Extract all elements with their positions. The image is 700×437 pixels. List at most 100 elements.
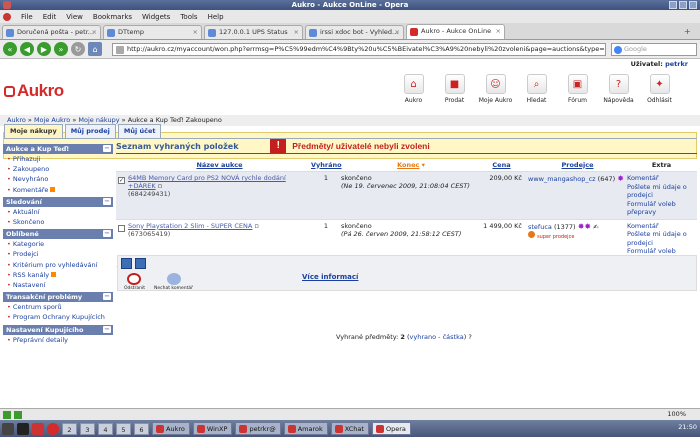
sidebar-item-komentare[interactable]: Komentáře (3, 185, 113, 195)
browser-icon[interactable] (32, 422, 44, 435)
window-menu-icon[interactable] (3, 1, 11, 9)
search-input[interactable]: Google (611, 43, 697, 56)
nav-odhlasit[interactable]: ✦ Odhlásit (639, 74, 680, 104)
minimize-icon[interactable] (669, 1, 677, 9)
nav-hledat[interactable]: ⌕ Hledat (516, 74, 557, 104)
shipping-form-link[interactable]: Formulář voleb přepravy (627, 200, 696, 217)
row-checkbox[interactable] (118, 224, 125, 232)
crumb-moje-aukro[interactable]: Moje Aukro (34, 116, 70, 124)
sidebar-item-centrum-sporu[interactable]: Centrum sporů (3, 302, 113, 312)
tab-close-icon[interactable]: × (496, 25, 501, 38)
workspace-2[interactable]: 2 (62, 422, 77, 435)
security-icon[interactable] (14, 410, 22, 419)
tab-ups[interactable]: 127.0.0.1 UPS Status × (204, 25, 303, 39)
home-icon[interactable]: ⌂ (88, 42, 102, 56)
col-cena[interactable]: Cena (481, 161, 522, 169)
remove-button[interactable]: Odstranit (124, 273, 145, 291)
seller-link[interactable]: stefuca (528, 223, 552, 231)
comment-button[interactable]: Nechat komentář (154, 273, 193, 291)
sidebar-item-nastaveni[interactable]: Nastavení (3, 280, 113, 290)
collapse-icon[interactable]: − (103, 325, 111, 333)
tab-muj-prodej[interactable]: Můj prodej (64, 124, 116, 138)
sidebar-header[interactable]: Transakční problémy − (3, 292, 113, 303)
tab-aukro[interactable]: Aukro - Aukce OnLine × (406, 24, 505, 39)
sidebar-item-program-ochrany[interactable]: Program Ochrany Kupujících (3, 312, 113, 322)
row-checkbox[interactable]: ✓ (118, 177, 125, 184)
tab-close-icon[interactable]: × (92, 26, 97, 39)
tab-close-icon[interactable]: × (193, 26, 198, 39)
sidebar-item-nevyhrano[interactable]: Nevyhráno (3, 174, 113, 184)
nav-forum[interactable]: ▣ Fórum (557, 74, 598, 104)
sidebar-item-aktualni[interactable]: Aktuální (3, 207, 113, 217)
collapse-icon[interactable]: − (103, 293, 111, 301)
more-info-link[interactable]: Více informací (302, 273, 358, 281)
help-icon[interactable]: ? (468, 333, 471, 341)
address-bar[interactable]: http://aukro.cz/myaccount/won.php?errmsg… (112, 43, 606, 56)
select-all-icon[interactable] (121, 258, 132, 269)
menu-tools[interactable]: Tools (180, 13, 197, 21)
task-terminal[interactable]: petrkr@ (235, 422, 281, 435)
item-title-link[interactable]: Sony Playstation 2 Slim - SUPER CENA (128, 222, 252, 230)
sidebar-item-prodejci[interactable]: Prodejci (3, 249, 113, 259)
menu-view[interactable]: View (66, 13, 83, 21)
forward-icon[interactable]: ▶ (37, 42, 51, 56)
seller-details-link[interactable]: Pošlete mi údaje o prodejci (627, 183, 696, 200)
tab-close-icon[interactable]: × (294, 26, 299, 39)
task-xchat[interactable]: XChat (330, 422, 369, 435)
seller-link[interactable]: www_mangashop_cz (528, 175, 596, 183)
tab-close-icon[interactable]: × (395, 26, 400, 39)
task-amarok[interactable]: Amarok (283, 422, 328, 435)
nav-prodat[interactable]: ■ Prodat (434, 74, 475, 104)
workspace-6[interactable]: 6 (134, 422, 149, 435)
menu-file[interactable]: File (21, 13, 33, 21)
menu-bookmarks[interactable]: Bookmarks (93, 13, 132, 21)
sidebar-header[interactable]: Sledování − (3, 196, 113, 207)
sidebar-header[interactable]: Aukce a Kup Teď! − (3, 144, 113, 154)
sidebar-header[interactable]: Nastavení Kupujícího − (3, 324, 113, 335)
panel-toggle-icon[interactable] (3, 410, 11, 419)
crumb-moje-nakupy[interactable]: Moje nákupy (78, 116, 119, 124)
sidebar-item-kriterium[interactable]: Kritérium pro vyhledávání (3, 260, 113, 270)
item-title-link[interactable]: 64MB Memory Card pro PS2 NOVÁ rychle dod… (128, 174, 286, 190)
tab-dttemp[interactable]: DTtemp × (103, 25, 202, 39)
tab-irssi[interactable]: irssi xdoc bot - Vyhled... × (305, 25, 404, 39)
rewind-icon[interactable]: « (3, 42, 17, 56)
opera-launcher-icon[interactable] (47, 422, 59, 435)
summary-link[interactable]: vyhrano - částka (410, 333, 464, 341)
collapse-icon[interactable]: − (103, 145, 111, 152)
collapse-icon[interactable]: − (103, 230, 111, 238)
nav-moje-aukro[interactable]: ☺ Moje Aukro (475, 74, 516, 104)
tab-email[interactable]: Doručená pošta - petr... × (2, 25, 101, 39)
sidebar-item-prepravni[interactable]: Přeprávní detaily (3, 335, 113, 345)
workspace-4[interactable]: 4 (98, 422, 113, 435)
aukro-logo[interactable]: Aukro (4, 81, 64, 101)
col-vyhrano[interactable]: Vyhráno (311, 161, 342, 169)
comment-link[interactable]: Komentář (627, 174, 696, 183)
tab-moje-nakupy[interactable]: Moje nákupy (4, 124, 63, 138)
workspace-3[interactable]: 3 (80, 422, 95, 435)
close-icon[interactable] (689, 1, 697, 9)
tab-muj-ucet[interactable]: Můj účet (117, 124, 162, 138)
maximize-icon[interactable] (679, 1, 687, 9)
nav-napoveda[interactable]: ? Nápověda (598, 74, 639, 104)
task-aukro[interactable]: Aukro (152, 422, 190, 435)
new-tab-icon[interactable]: + (684, 27, 696, 39)
menu-edit[interactable]: Edit (43, 13, 57, 21)
collapse-icon[interactable]: − (103, 197, 111, 205)
menu-widgets[interactable]: Widgets (142, 13, 170, 21)
col-konec[interactable]: Konec ▾ (341, 161, 481, 169)
col-nazev[interactable]: Název aukce (128, 161, 311, 169)
sidebar-item-kategorie[interactable]: Kategorie (3, 239, 113, 249)
sidebar-item-zakoupeno[interactable]: Zakoupeno (3, 164, 113, 174)
comment-link[interactable]: Komentář (627, 222, 696, 231)
nav-aukro[interactable]: ⌂ Aukro (393, 74, 434, 104)
crumb-aukro[interactable]: Aukro (7, 116, 26, 124)
zoom-level[interactable]: 100% (667, 410, 686, 418)
workspace-5[interactable]: 5 (116, 422, 131, 435)
back-icon[interactable]: ◀ (20, 42, 34, 56)
terminal-icon[interactable] (17, 422, 29, 435)
seller-details-link[interactable]: Pošlete mi údaje o prodejci (627, 230, 696, 247)
task-opera[interactable]: Opera (371, 422, 411, 435)
task-winxp[interactable]: WinXP (192, 422, 233, 435)
window-titlebar[interactable]: Aukro - Aukce OnLine - Opera (0, 0, 700, 10)
